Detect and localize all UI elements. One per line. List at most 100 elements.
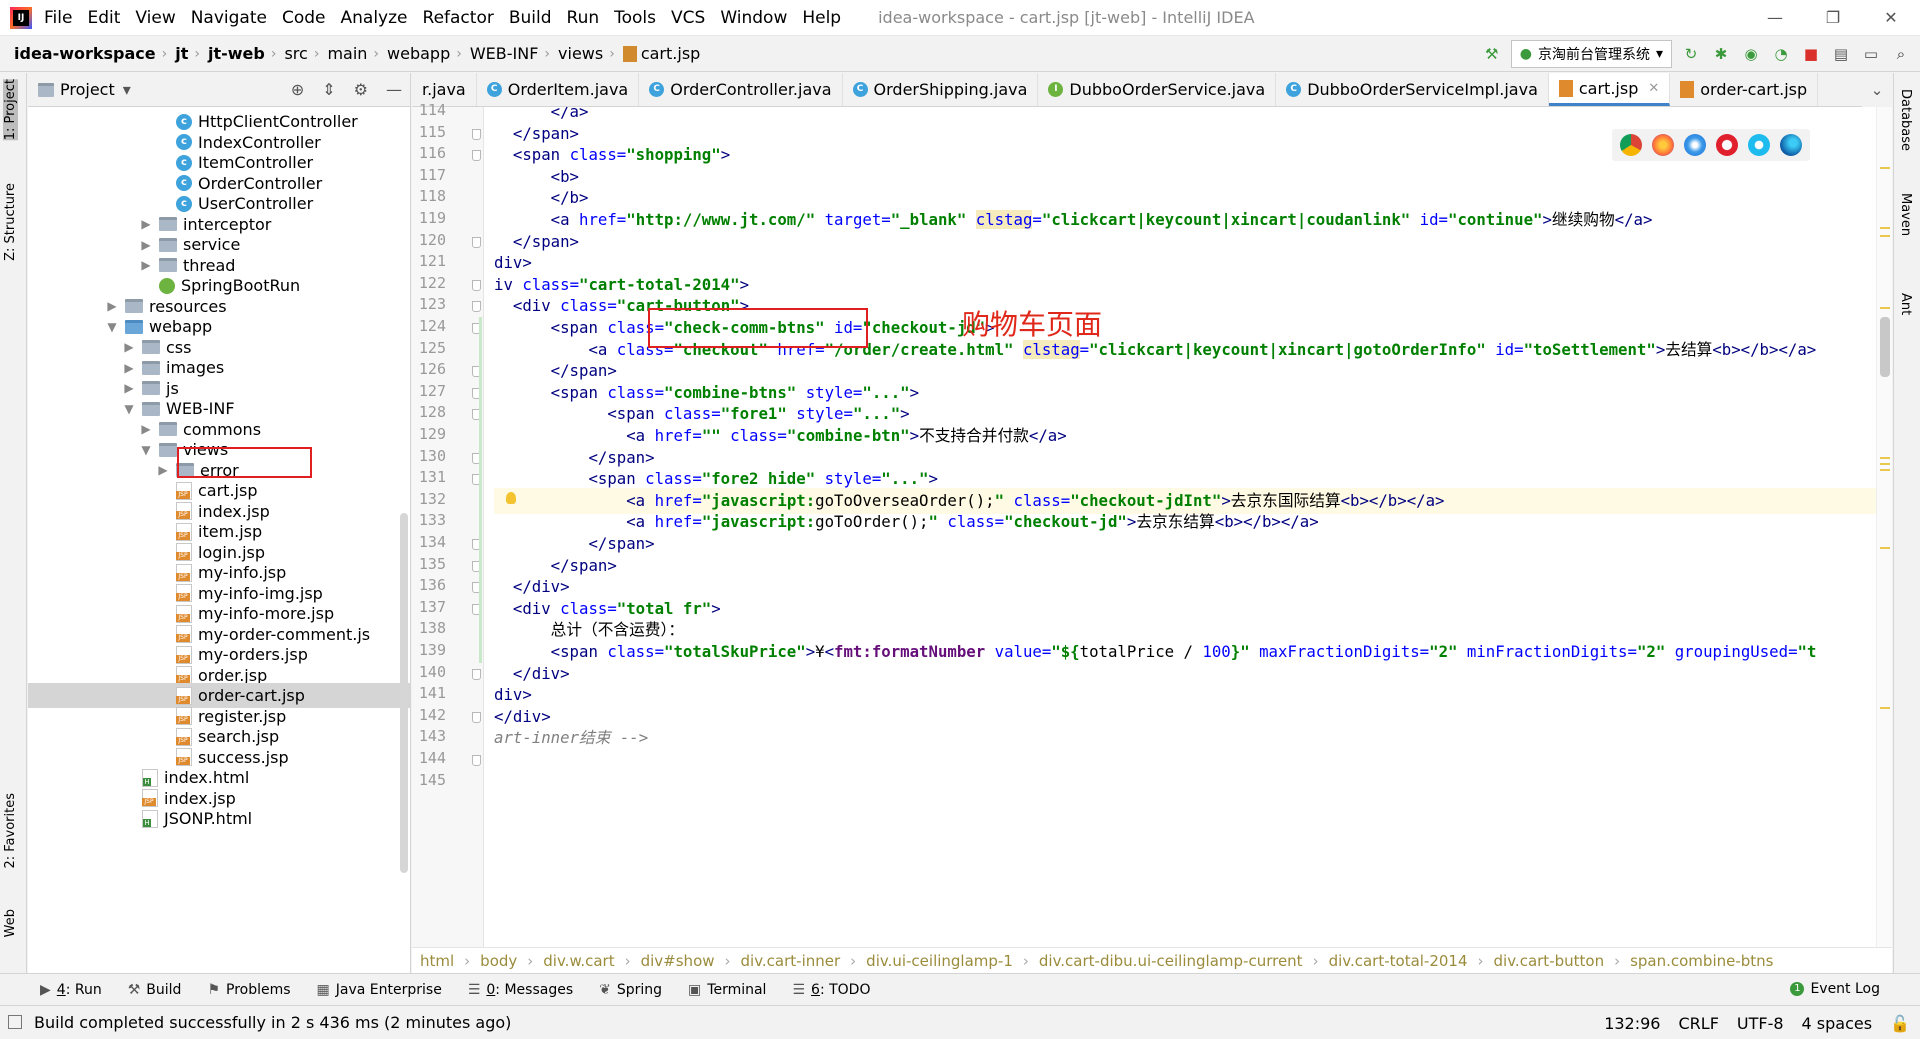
edge-icon[interactable] bbox=[1780, 134, 1802, 156]
database-tool-tab[interactable]: Database bbox=[1898, 89, 1913, 151]
menu-item-refactor[interactable]: Refactor bbox=[423, 8, 494, 28]
menu-item-navigate[interactable]: Navigate bbox=[191, 8, 267, 28]
breadcrumb-item[interactable]: webapp bbox=[387, 44, 450, 63]
stop-icon[interactable]: ■ bbox=[1800, 43, 1822, 65]
collapsed-arrow-icon[interactable]: ▶ bbox=[156, 463, 170, 477]
menu-item-help[interactable]: Help bbox=[802, 8, 841, 28]
menu-item-analyze[interactable]: Analyze bbox=[341, 8, 408, 28]
editor-tab[interactable]: I DubboOrderService.java bbox=[1038, 73, 1277, 106]
coverage-icon[interactable]: ◉ bbox=[1740, 43, 1762, 65]
tool-window-button[interactable]: ▣ Terminal bbox=[688, 982, 766, 998]
collapsed-arrow-icon[interactable]: ▶ bbox=[105, 299, 119, 313]
favorites-tool-tab[interactable]: 2: Favorites bbox=[3, 793, 18, 869]
editor-tab[interactable]: C OrderShipping.java bbox=[843, 73, 1039, 106]
breadcrumb-item[interactable]: main bbox=[327, 44, 367, 63]
menu-item-code[interactable]: Code bbox=[282, 8, 326, 28]
project-structure-icon[interactable]: ▤ bbox=[1830, 43, 1852, 65]
chrome-icon[interactable] bbox=[1620, 134, 1642, 156]
tool-window-button[interactable]: ▦ Java Enterprise bbox=[317, 982, 442, 998]
collapsed-arrow-icon[interactable]: ▶ bbox=[139, 422, 153, 436]
lock-icon[interactable]: 🔓 bbox=[1890, 1014, 1910, 1033]
fold-marker-icon[interactable] bbox=[472, 711, 481, 723]
html-breadcrumb-item[interactable]: div.ui-ceilinglamp-1 bbox=[866, 952, 1013, 970]
safari-icon[interactable] bbox=[1684, 134, 1706, 156]
editor-tab[interactable]: order-cart.jsp bbox=[1670, 73, 1819, 106]
fold-marker-icon[interactable] bbox=[472, 279, 481, 291]
maven-tool-tab[interactable]: Maven bbox=[1898, 193, 1913, 236]
breadcrumb-item[interactable]: idea-workspace bbox=[14, 44, 156, 63]
event-log-button[interactable]: 1 Event Log bbox=[1790, 981, 1880, 997]
ie-icon[interactable] bbox=[1748, 134, 1770, 156]
menu-item-window[interactable]: Window bbox=[720, 8, 787, 28]
fold-marker-icon[interactable] bbox=[472, 128, 481, 140]
menu-item-view[interactable]: View bbox=[135, 8, 175, 28]
fold-marker-icon[interactable] bbox=[472, 236, 481, 248]
fold-marker-icon[interactable] bbox=[472, 301, 481, 313]
collapsed-arrow-icon[interactable]: ▶ bbox=[139, 258, 153, 272]
collapsed-arrow-icon[interactable]: ▶ bbox=[122, 361, 136, 375]
hide-icon[interactable]: — bbox=[386, 80, 402, 99]
editor-tab[interactable]: cart.jsp ✕ bbox=[1548, 73, 1671, 106]
editor-tab[interactable]: C DubboOrderServiceImpl.java bbox=[1276, 73, 1549, 106]
fold-marker-icon[interactable] bbox=[472, 755, 481, 766]
status-toggle-icon[interactable] bbox=[8, 1015, 22, 1029]
breadcrumb-item[interactable]: WEB-INF bbox=[470, 44, 539, 63]
menu-item-build[interactable]: Build bbox=[509, 8, 552, 28]
structure-tool-tab[interactable]: Z: Structure bbox=[3, 183, 18, 261]
project-tree-item[interactable]: JSONP.html bbox=[28, 806, 410, 831]
menu-item-file[interactable]: File bbox=[44, 8, 72, 28]
web-tool-tab[interactable]: Web bbox=[3, 909, 18, 937]
html-breadcrumb-item[interactable]: div.cart-inner bbox=[741, 952, 841, 970]
fold-marker-icon[interactable] bbox=[472, 150, 481, 162]
tool-window-button[interactable]: ☰ 0: Messages bbox=[468, 982, 573, 998]
line-separator[interactable]: CRLF bbox=[1678, 1014, 1718, 1033]
layout-icon[interactable]: ▭ bbox=[1860, 43, 1882, 65]
html-breadcrumb-item[interactable]: html bbox=[420, 952, 454, 970]
expanded-arrow-icon[interactable]: ▼ bbox=[139, 443, 153, 457]
file-encoding[interactable]: UTF-8 bbox=[1737, 1014, 1784, 1033]
firefox-icon[interactable] bbox=[1652, 134, 1674, 156]
tool-window-button[interactable]: ☰ 6: TODO bbox=[792, 982, 870, 998]
breadcrumb-item[interactable]: jt bbox=[175, 44, 188, 63]
fold-marker-icon[interactable] bbox=[472, 668, 481, 680]
intention-bulb-icon[interactable] bbox=[506, 491, 516, 504]
menu-item-run[interactable]: Run bbox=[567, 8, 600, 28]
html-breadcrumb-item[interactable]: div.cart-button bbox=[1494, 952, 1605, 970]
html-breadcrumb-item[interactable]: div#show bbox=[641, 952, 715, 970]
html-breadcrumb-item[interactable]: body bbox=[480, 952, 517, 970]
tabs-overflow-icon[interactable]: ⌄ bbox=[1862, 73, 1892, 107]
breadcrumb-item[interactable]: views bbox=[558, 44, 603, 63]
editor-tab[interactable]: C OrderItem.java bbox=[477, 73, 640, 106]
project-tool-tab[interactable]: 1: Project bbox=[3, 79, 18, 141]
rerun-icon[interactable]: ↻ bbox=[1680, 43, 1702, 65]
locate-icon[interactable]: ⊕ bbox=[291, 80, 304, 99]
project-scrollbar[interactable] bbox=[400, 513, 408, 873]
editor-scrollbar[interactable] bbox=[1876, 107, 1892, 947]
collapse-all-icon[interactable]: ⇕ bbox=[322, 80, 335, 99]
html-breadcrumb-item[interactable]: div.w.cart bbox=[543, 952, 614, 970]
restore-button[interactable]: ❐ bbox=[1804, 0, 1862, 36]
tool-window-button[interactable]: ❦ Spring bbox=[599, 982, 662, 998]
collapsed-arrow-icon[interactable]: ▶ bbox=[139, 217, 153, 231]
expanded-arrow-icon[interactable]: ▼ bbox=[122, 402, 136, 416]
menu-item-edit[interactable]: Edit bbox=[87, 8, 120, 28]
menu-item-vcs[interactable]: VCS bbox=[671, 8, 705, 28]
close-tab-icon[interactable]: ✕ bbox=[1648, 81, 1659, 96]
project-panel-title[interactable]: Project bbox=[60, 80, 115, 99]
breadcrumb-item[interactable]: src bbox=[284, 44, 307, 63]
html-breadcrumb-item[interactable]: div.cart-dibu.ui-ceilinglamp-current bbox=[1039, 952, 1303, 970]
chevron-down-icon[interactable]: ▾ bbox=[123, 80, 131, 99]
breadcrumb-item[interactable]: jt-web bbox=[208, 44, 265, 63]
menu-item-tools[interactable]: Tools bbox=[614, 8, 656, 28]
debug-icon[interactable]: ✱ bbox=[1710, 43, 1732, 65]
build-hammer-icon[interactable]: ⚒ bbox=[1481, 43, 1503, 65]
ant-tool-tab[interactable]: Ant bbox=[1898, 293, 1913, 315]
close-button[interactable]: ✕ bbox=[1862, 0, 1920, 36]
minimize-button[interactable]: — bbox=[1746, 0, 1804, 36]
collapsed-arrow-icon[interactable]: ▶ bbox=[122, 381, 136, 395]
search-icon[interactable]: ⌕ bbox=[1890, 43, 1912, 65]
breadcrumb-item[interactable]: cart.jsp bbox=[641, 44, 700, 63]
collapsed-arrow-icon[interactable]: ▶ bbox=[139, 238, 153, 252]
code-view[interactable]: </a> </span> <span class="shopping"> <b>… bbox=[494, 107, 1892, 947]
caret-position[interactable]: 132:96 bbox=[1604, 1014, 1660, 1033]
